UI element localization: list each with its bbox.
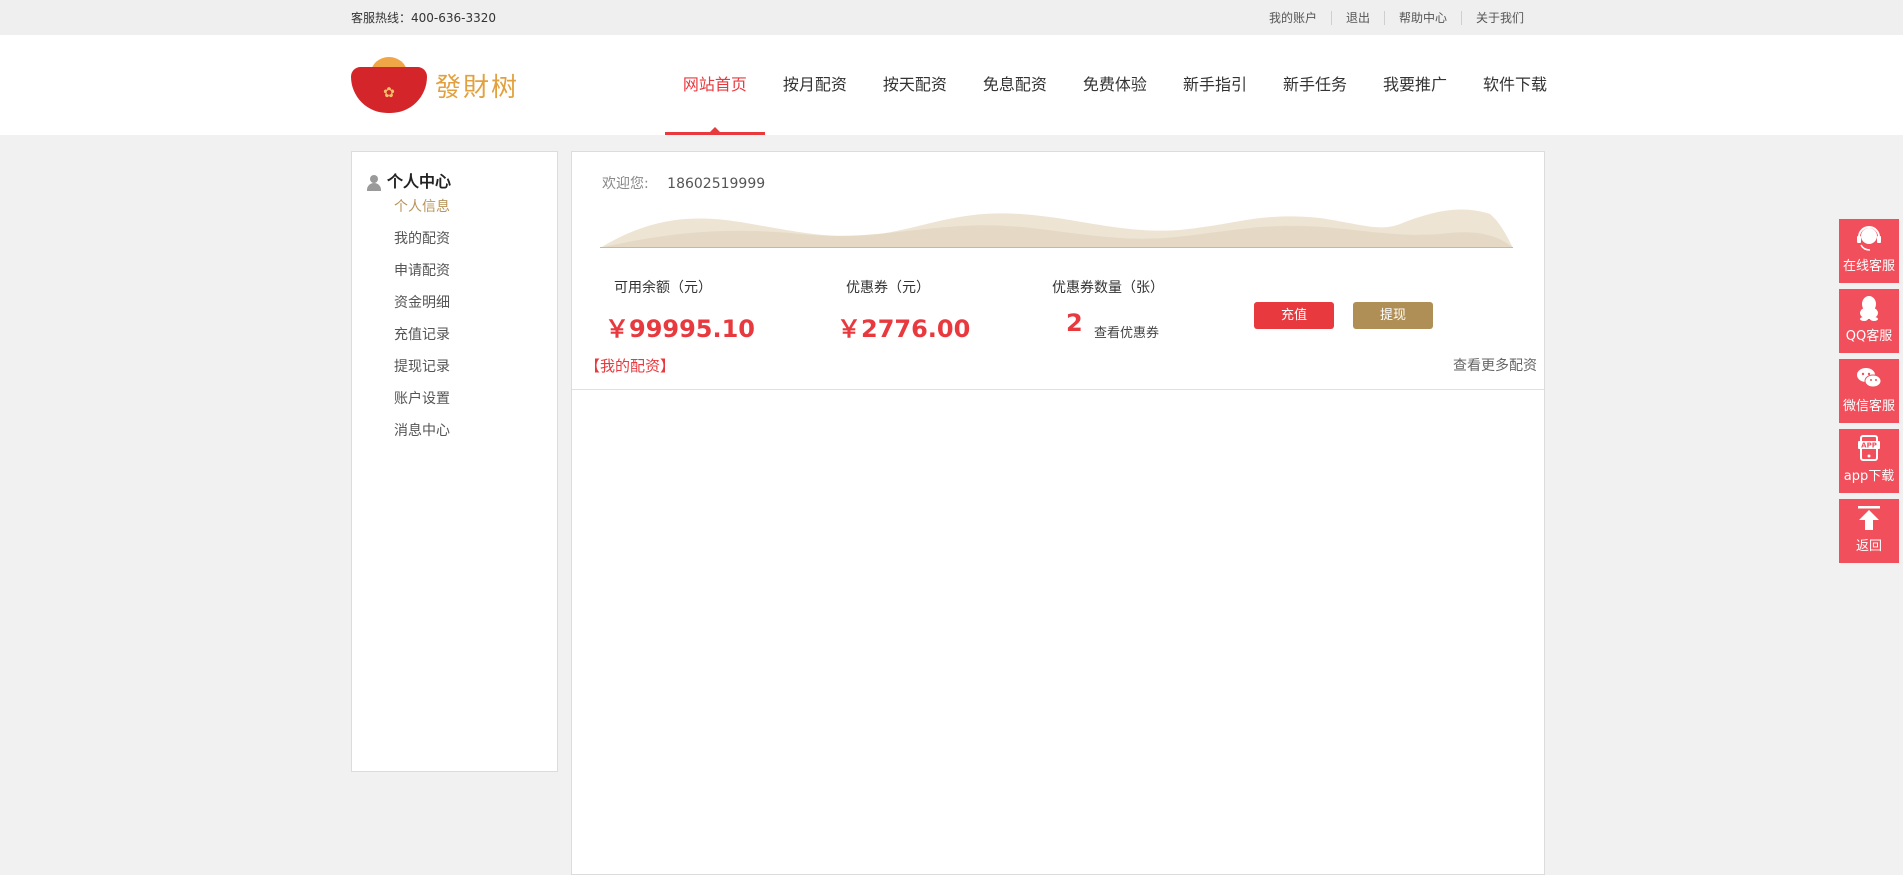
view-coupons-link[interactable]: 查看优惠券: [1094, 322, 1159, 341]
nav-free-trial[interactable]: 免费体验: [1065, 35, 1165, 135]
sidebar-item-withdraw-records[interactable]: 提现记录: [394, 359, 450, 391]
gold-ingot-logo-icon: ✿: [351, 57, 427, 113]
floating-toolbar: 在线客服 QQ客服 微信客服 APP app下载 返回: [1839, 219, 1899, 569]
main-nav: 网站首页 按月配资 按天配资 免息配资 免费体验 新手指引 新手任务 我要推广 …: [664, 35, 1547, 135]
app-download-button[interactable]: APP app下载: [1839, 429, 1899, 493]
help-center-link[interactable]: 帮助中心: [1383, 10, 1461, 25]
hotline-text: 客服热线：400-636-3320: [351, 11, 497, 25]
sidebar-item-apply-alloc[interactable]: 申请配资: [394, 263, 450, 295]
top-bar: 客服热线：400-636-3320 我的账户 退出 帮助中心 关于我们: [0, 0, 1903, 35]
coupon-value: ￥2776.00: [837, 315, 971, 343]
nav-promote[interactable]: 我要推广: [1365, 35, 1465, 135]
coupon-count: 2: [1066, 309, 1083, 337]
nav-interest-free[interactable]: 免息配资: [965, 35, 1065, 135]
headset-icon: [1857, 226, 1881, 251]
sidebar-title: 个人中心: [367, 168, 451, 192]
back-to-top-button[interactable]: 返回: [1839, 499, 1899, 563]
more-alloc-link[interactable]: 查看更多配资: [1453, 355, 1537, 375]
account-panel: 欢迎您: 18602519999 可用余额（元） ￥99995.10 优惠券（元…: [571, 151, 1545, 875]
coupon-count-label: 优惠券数量（张）: [1052, 280, 1164, 296]
svg-text:APP: APP: [1861, 442, 1877, 450]
balance-value: ￥99995.10: [605, 315, 756, 343]
wechat-icon: [1857, 368, 1881, 388]
withdraw-button[interactable]: 提现: [1353, 302, 1433, 329]
nav-monthly[interactable]: 按月配资: [765, 35, 865, 135]
sidebar-item-recharge-records[interactable]: 充值记录: [394, 327, 450, 359]
header: ✿ 發財树 网站首页 按月配资 按天配资 免息配资 免费体验 新手指引 新手任务…: [0, 35, 1903, 135]
nav-beginner-guide[interactable]: 新手指引: [1165, 35, 1265, 135]
nav-beginner-tasks[interactable]: 新手任务: [1265, 35, 1365, 135]
decorative-waves: [600, 209, 1513, 248]
sidebar: 个人中心 个人信息 我的配资 申请配资 资金明细 充值记录 提现记录 账户设置 …: [351, 151, 558, 772]
site-logo[interactable]: ✿ 發財树: [351, 57, 519, 113]
phone-app-icon: APP: [1858, 435, 1880, 461]
arrow-up-icon: [1858, 506, 1880, 530]
divider: [572, 389, 1544, 390]
nav-software-download[interactable]: 软件下载: [1465, 35, 1547, 135]
sidebar-item-profile[interactable]: 个人信息: [394, 199, 450, 231]
user-icon: [367, 175, 381, 191]
sidebar-item-my-alloc[interactable]: 我的配资: [394, 231, 450, 263]
sidebar-item-account-settings[interactable]: 账户设置: [394, 391, 450, 423]
qq-service-button[interactable]: QQ客服: [1839, 289, 1899, 353]
sidebar-item-messages[interactable]: 消息中心: [394, 423, 450, 455]
recharge-button[interactable]: 充值: [1254, 302, 1334, 329]
brand-name: 發財树: [435, 72, 520, 103]
coupon-label: 优惠券（元）: [846, 280, 930, 296]
my-account-link[interactable]: 我的账户: [1255, 11, 1331, 25]
my-alloc-heading: 【我的配资】: [585, 357, 676, 375]
about-us-link[interactable]: 关于我们: [1460, 10, 1538, 25]
logout-link[interactable]: 退出: [1330, 10, 1384, 25]
welcome-label: 欢迎您:: [602, 176, 649, 192]
sidebar-menu: 个人信息 我的配资 申请配资 资金明细 充值记录 提现记录 账户设置 消息中心: [394, 199, 450, 455]
qq-penguin-icon: [1860, 296, 1878, 321]
online-service-button[interactable]: 在线客服: [1839, 219, 1899, 283]
balance-label: 可用余额（元）: [614, 280, 712, 296]
top-links: 我的账户 退出 帮助中心 关于我们: [1255, 10, 1547, 25]
welcome-line: 欢迎您: 18602519999: [602, 173, 765, 193]
nav-home[interactable]: 网站首页: [664, 35, 765, 135]
nav-daily[interactable]: 按天配资: [865, 35, 965, 135]
user-phone: 18602519999: [667, 176, 766, 192]
wechat-service-button[interactable]: 微信客服: [1839, 359, 1899, 423]
sidebar-item-fund-details[interactable]: 资金明细: [394, 295, 450, 327]
